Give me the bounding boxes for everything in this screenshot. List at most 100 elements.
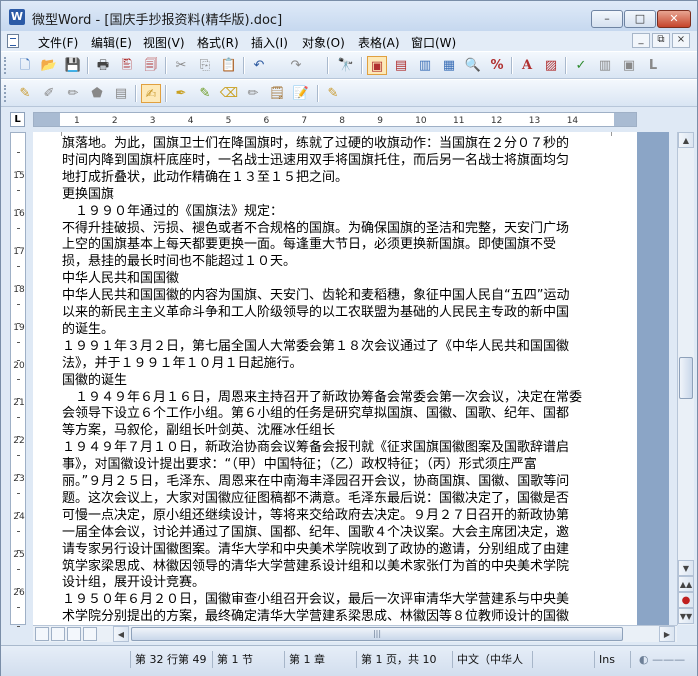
ruler-tick-label: 1	[74, 116, 80, 126]
outline-view-icon[interactable]	[83, 627, 97, 641]
document-text-line: 筑学家梁思成、林徽因领导的清华大学营建系设计组和以美术家张仃为首的中央美术学院	[62, 558, 570, 574]
cut-icon[interactable]: ✂	[171, 56, 191, 75]
menu-file[interactable]: 文件(F)	[38, 34, 78, 51]
toolbar-separator	[243, 57, 245, 74]
document-text-line: 时间内降到国旗杆底座时，一名战士迅速用双手将国旗托住，而后另一名战士将旗面均匀	[62, 152, 570, 168]
document-text-line: １９９１年３月２日，第七届全国人大常委会第１８次会议通过了《中华人民共和国国徽	[62, 338, 570, 354]
edit-object-icon[interactable]: ✎	[15, 84, 35, 103]
vertical-ruler-tick	[17, 208, 20, 210]
font-icon[interactable]: A	[517, 56, 537, 75]
word-count-icon[interactable]: ▥	[595, 56, 615, 75]
vertical-scroll-thumb[interactable]	[679, 357, 693, 399]
toolbar-grip[interactable]	[4, 85, 9, 102]
ruler-tick-label: 9	[377, 116, 383, 126]
insert-mode-indicator[interactable]: Ins	[595, 651, 631, 668]
menu-format[interactable]: 格式(R)	[197, 34, 239, 51]
close-button[interactable]: ✕	[657, 10, 691, 28]
ruler-tick-label: 5	[225, 116, 232, 126]
doc-restore-button[interactable]: ⧉	[652, 33, 670, 48]
paste-icon[interactable]: 📋	[219, 56, 239, 75]
zoom-icon[interactable]: 🔍	[463, 56, 483, 75]
menu-view[interactable]: 视图(V)	[143, 34, 185, 51]
maximize-button[interactable]: □	[624, 10, 656, 28]
menu-window[interactable]: 窗口(W)	[411, 34, 456, 51]
document-menu-icon[interactable]	[7, 34, 19, 48]
document-edit-icon[interactable]: 📝	[291, 84, 311, 103]
draw-icon[interactable]: ✏	[63, 84, 83, 103]
zoom-slider[interactable]: ◐ ———	[635, 651, 691, 668]
scroll-left-icon[interactable]: ◀	[113, 626, 129, 642]
doc-close-button[interactable]: ×	[672, 33, 690, 48]
web-view-icon[interactable]	[51, 627, 65, 641]
document-page[interactable]: 旗落地。为此，国旗卫士们在降国旗时，练就了过硬的收旗动作：当国旗在２分０７秒的时…	[33, 132, 637, 625]
shape-icon[interactable]: ⬟	[87, 84, 107, 103]
scroll-right-icon[interactable]: ▶	[659, 626, 675, 642]
toolbar-grip[interactable]	[4, 57, 9, 74]
normal-view-icon[interactable]	[35, 627, 49, 641]
full-page-icon[interactable]: ▥	[415, 56, 435, 75]
toolbar-separator	[565, 57, 567, 74]
new-document-icon[interactable]: 🗋	[15, 56, 35, 75]
menu-object[interactable]: 对象(O)	[302, 34, 345, 51]
text-box-icon[interactable]: L	[643, 56, 663, 75]
highlighter-icon[interactable]: ✍	[141, 84, 161, 103]
document-text-line: 中华人民共和国国徽的内容为国旗、天安门、齿轮和麦稻穗，象征中国人民自“五四”运动	[62, 288, 570, 304]
print-icon[interactable]: 🖶	[93, 56, 113, 75]
horizontal-scrollbar[interactable]: ◀ ||| ▶	[33, 625, 677, 642]
eraser-icon[interactable]: ⌫	[219, 84, 239, 103]
object-properties-icon[interactable]: ✐	[39, 84, 59, 103]
previous-page-icon[interactable]: ▲▲	[678, 576, 694, 592]
picture-icon[interactable]: ▨	[541, 56, 561, 75]
save-icon[interactable]: 💾	[63, 56, 83, 75]
tab-selector[interactable]: L	[10, 112, 25, 127]
copy-icon[interactable]: ⎘	[195, 56, 215, 75]
vertical-ruler-number: 22	[13, 436, 25, 447]
next-page-icon[interactable]: ▼▼	[678, 608, 694, 624]
document-text-line: 事》，对国徽设计提出要求：“（甲）中国特征；（乙）政权特征；（丙）形式须庄严富	[62, 457, 537, 473]
spell-check-icon[interactable]: ✓	[571, 56, 591, 75]
page-view-icon[interactable]: ▣	[367, 56, 387, 75]
ruler-tick-label: 4	[187, 116, 194, 126]
print-view-icon[interactable]	[67, 627, 81, 641]
title-bar[interactable]: W 微型Word - [国庆手抄报资料(精华版).doc] – □ ✕	[1, 1, 697, 31]
status-language: 中文（中华人	[453, 651, 533, 668]
right-margin-area	[614, 113, 636, 126]
pen-icon[interactable]: ✒	[171, 84, 191, 103]
print-preview-icon[interactable]: 🖺	[117, 56, 137, 75]
doc-minimize-button[interactable]: _	[632, 33, 650, 48]
undo-icon[interactable]: ↶	[249, 56, 269, 75]
browse-object-icon[interactable]: ●	[678, 592, 694, 608]
zoom-percent-icon[interactable]: %	[487, 56, 507, 75]
two-pages-icon[interactable]: ▦	[439, 56, 459, 75]
menu-table[interactable]: 表格(A)	[358, 34, 400, 51]
document-text-line: 法》，并于１９９１年１０月１日起施行。	[62, 355, 303, 371]
window-icon[interactable]: ▣	[619, 56, 639, 75]
menu-edit[interactable]: 编辑(E)	[91, 34, 132, 51]
open-folder-icon[interactable]: 📂	[39, 56, 59, 75]
document-text-line: 更换国旗	[62, 186, 115, 202]
horizontal-ruler[interactable]: 1 2 3 4 5 6 7 8 9 10 11 12 13 14	[33, 112, 637, 127]
redo-icon[interactable]: ↷	[286, 56, 306, 75]
vertical-ruler-tick	[17, 606, 20, 608]
horizontal-scroll-thumb[interactable]: |||	[131, 627, 623, 641]
vertical-scrollbar[interactable]: ▲ ▼ ▲▲ ● ▼▼	[677, 132, 694, 625]
find-icon[interactable]: 🔭	[336, 56, 356, 75]
vertical-ruler-number: 25	[13, 550, 25, 560]
minimize-button[interactable]: –	[591, 10, 623, 28]
menu-insert[interactable]: 插入(I)	[251, 34, 288, 51]
vertical-ruler-number: 20	[13, 360, 25, 371]
scroll-down-icon[interactable]: ▼	[678, 560, 694, 576]
track-changes-icon[interactable]: ✎	[323, 84, 343, 103]
object-list-icon[interactable]: ▤	[111, 84, 131, 103]
scroll-up-icon[interactable]: ▲	[678, 132, 694, 148]
vertical-ruler[interactable]: 15 16 17 18 19 20 21 22 23 24 25 26	[10, 132, 26, 627]
notes-icon[interactable]: 🗒	[267, 84, 287, 103]
pencil-icon[interactable]: ✏	[243, 84, 263, 103]
word-app-icon[interactable]: W	[9, 9, 25, 25]
document-text-line: 题。这次会议上，大家对国徽应征图稿都不满意。毛泽东最后说：国徽决定了，国徽是否	[62, 490, 570, 506]
marker-icon[interactable]: ✎	[195, 84, 215, 103]
document-text-line: 设计组，展开设计竞赛。	[62, 575, 206, 591]
margin-corner-mark	[53, 132, 62, 136]
page-width-icon[interactable]: ▤	[391, 56, 411, 75]
copy-format-icon[interactable]: 🗐	[141, 56, 161, 75]
